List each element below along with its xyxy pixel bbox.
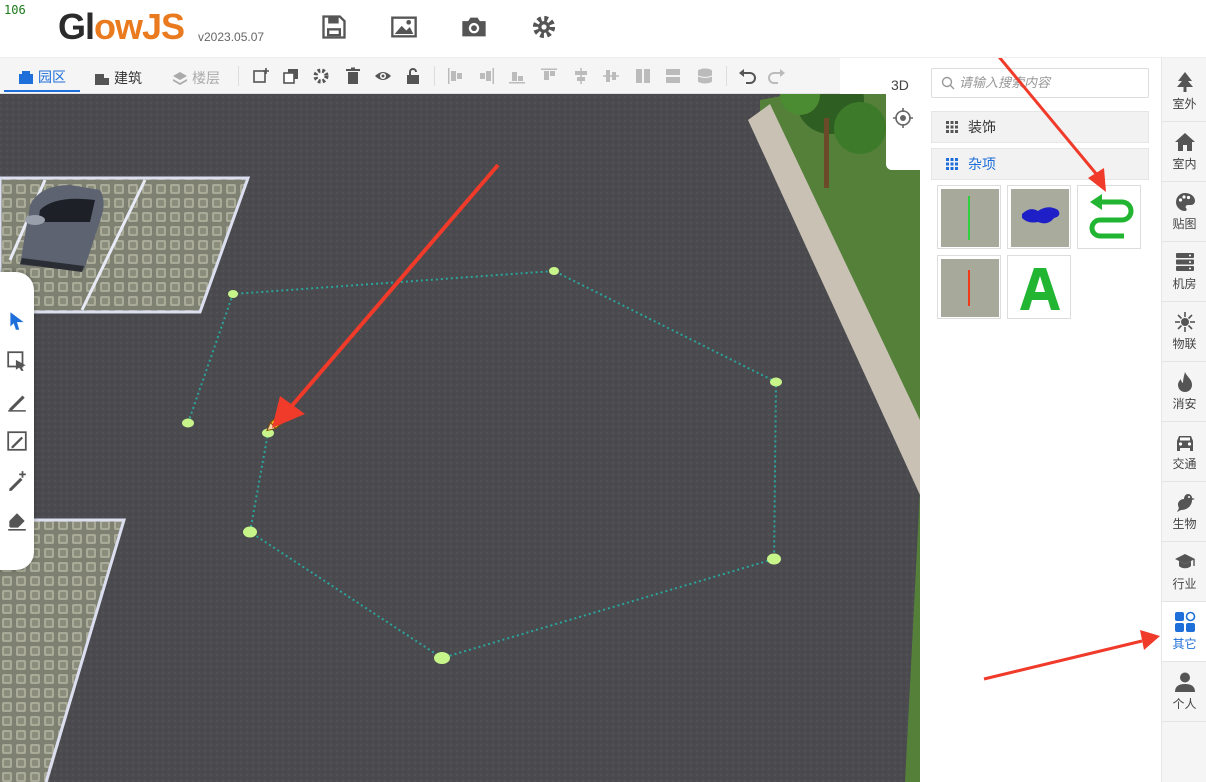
annotation-arrow-nav: [983, 630, 1160, 681]
scene-canvas[interactable]: [0, 94, 920, 782]
campus-icon: [19, 71, 33, 84]
add-point-icon[interactable]: [6, 470, 28, 492]
align-right-icon[interactable]: [478, 67, 496, 85]
redo-icon[interactable]: [768, 67, 786, 85]
locate-icon[interactable]: [893, 108, 913, 128]
gear-icon[interactable]: [530, 13, 558, 41]
asset-letter-a[interactable]: [1007, 255, 1071, 319]
iot-icon: [1174, 312, 1195, 332]
user-icon: [1174, 672, 1195, 692]
save-icon[interactable]: [320, 13, 348, 41]
fps-counter: 106: [4, 3, 26, 17]
letter-a-icon: [1020, 268, 1060, 310]
nav-server-room[interactable]: 机房: [1162, 242, 1206, 302]
view-controls: 3D: [886, 58, 920, 170]
align-top-icon[interactable]: [540, 67, 558, 85]
palette-icon: [1175, 193, 1195, 211]
nav-outdoor[interactable]: 室外: [1162, 62, 1206, 122]
bird-icon: [1176, 494, 1195, 512]
align-left-icon[interactable]: [446, 67, 464, 85]
select-box-icon[interactable]: [6, 350, 28, 372]
tab-building[interactable]: 建筑: [94, 64, 142, 92]
annotation-arrow-asset: [997, 58, 1106, 192]
nav-biology[interactable]: 生物: [1162, 482, 1206, 542]
copy-icon[interactable]: [282, 67, 300, 85]
house-icon: [1174, 133, 1195, 151]
database-icon[interactable]: [696, 67, 714, 85]
align-center-v-icon[interactable]: [602, 67, 620, 85]
nav-traffic[interactable]: 交通: [1162, 422, 1206, 482]
layers-icon: [173, 72, 187, 85]
camera-icon[interactable]: [460, 13, 488, 41]
server-icon: [1175, 253, 1194, 271]
view-mode-button[interactable]: 3D: [891, 77, 909, 93]
tab-campus[interactable]: 园区: [4, 64, 80, 92]
nav-texture[interactable]: 贴图: [1162, 182, 1206, 242]
image-icon[interactable]: [390, 13, 418, 41]
edit-toolbar: 园区 建筑 楼层: [0, 58, 840, 94]
app-header: 106 GlowJS v2023.05.07: [0, 0, 1206, 58]
align-center-h-icon[interactable]: [572, 67, 590, 85]
nav-iot[interactable]: 物联: [1162, 302, 1206, 362]
undo-icon[interactable]: [738, 67, 756, 85]
distribute-h-icon[interactable]: [634, 67, 652, 85]
draw-toolbox: [0, 272, 34, 570]
nav-indoor[interactable]: 室内: [1162, 122, 1206, 182]
fire-icon: [1177, 372, 1192, 392]
tab-floor[interactable]: 楼层: [172, 64, 220, 92]
unlock-icon[interactable]: [404, 67, 422, 85]
settings-icon[interactable]: [312, 67, 330, 85]
shapes-icon: [1174, 611, 1195, 632]
red-line-thumbnail-icon: [941, 259, 999, 317]
asset-panel: 装饰 杂项: [920, 58, 1161, 782]
pointer-icon[interactable]: [6, 310, 28, 332]
draw-area-icon[interactable]: [6, 430, 28, 452]
nav-other[interactable]: 其它: [1162, 602, 1206, 662]
nav-personal[interactable]: 个人: [1162, 662, 1206, 722]
graduation-cap-icon: [1174, 554, 1195, 569]
car-icon: [1176, 436, 1193, 451]
eye-icon[interactable]: [374, 67, 392, 85]
align-bottom-icon[interactable]: [508, 67, 526, 85]
glowjs-logo: GlowJS: [58, 6, 185, 47]
asset-red-line[interactable]: [937, 255, 1001, 319]
nav-fire-safety[interactable]: 消安: [1162, 362, 1206, 422]
trash-icon[interactable]: [344, 67, 362, 85]
draw-line-icon[interactable]: [6, 390, 28, 412]
version-label: v2023.05.07: [198, 30, 265, 44]
add-frame-icon[interactable]: [252, 67, 270, 85]
category-sidenav: 室外 室内 贴图 机房 物联 消安 交通 生物 行业 其它 个人: [1161, 58, 1206, 782]
eraser-icon[interactable]: [6, 510, 28, 532]
distribute-v-icon[interactable]: [664, 67, 682, 85]
building-icon: [95, 74, 109, 85]
nav-industry[interactable]: 行业: [1162, 542, 1206, 602]
app-root: 106 GlowJS v2023.05.07 园区 建筑 楼层 3D 请输入搜索…: [0, 0, 1206, 782]
tree-icon: [1176, 72, 1193, 92]
scene-viewport[interactable]: [0, 94, 920, 782]
